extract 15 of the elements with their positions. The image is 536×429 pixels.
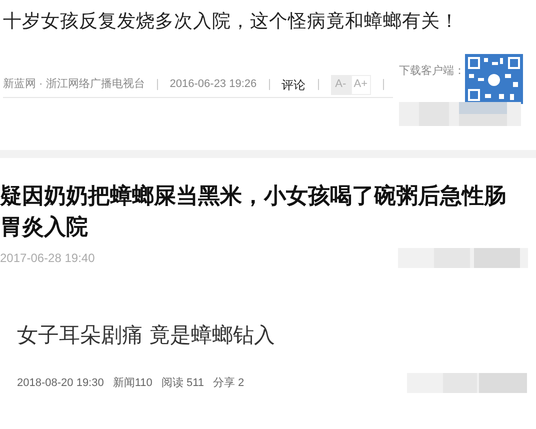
qr-code-icon[interactable] — [465, 54, 523, 104]
publish-date: 2016-06-23 19:26 — [170, 77, 257, 92]
font-size-button[interactable]: A- — [330, 74, 351, 94]
publish-date: 2018-08-20 19:30 — [17, 376, 104, 391]
article-title: 十岁女孩反复发烧多次入院，这个怪病竟和蟑螂有关！ — [3, 9, 460, 33]
source-text: 新蓝网 · 浙江网络广播电视台 — [3, 76, 145, 92]
stat-text: 分享 2 — [213, 376, 244, 391]
stat-text: 新闻110 — [112, 376, 152, 391]
download-label: 下载客户端： — [399, 64, 465, 79]
article-title: 疑因奶奶把蟑螂屎当黑米，小女孩喝了碗粥后急性肠胃炎入院 — [0, 182, 507, 241]
publish-date: 2017-06-28 19:40 — [0, 250, 95, 267]
font-size-button[interactable]: A+ — [350, 74, 371, 94]
article-title: 女子耳朵剧痛 竟是蟑螂钻入 — [17, 323, 276, 349]
stat-text: 阅读 511 — [161, 376, 204, 391]
comment-link[interactable]: 评论 — [282, 76, 306, 94]
